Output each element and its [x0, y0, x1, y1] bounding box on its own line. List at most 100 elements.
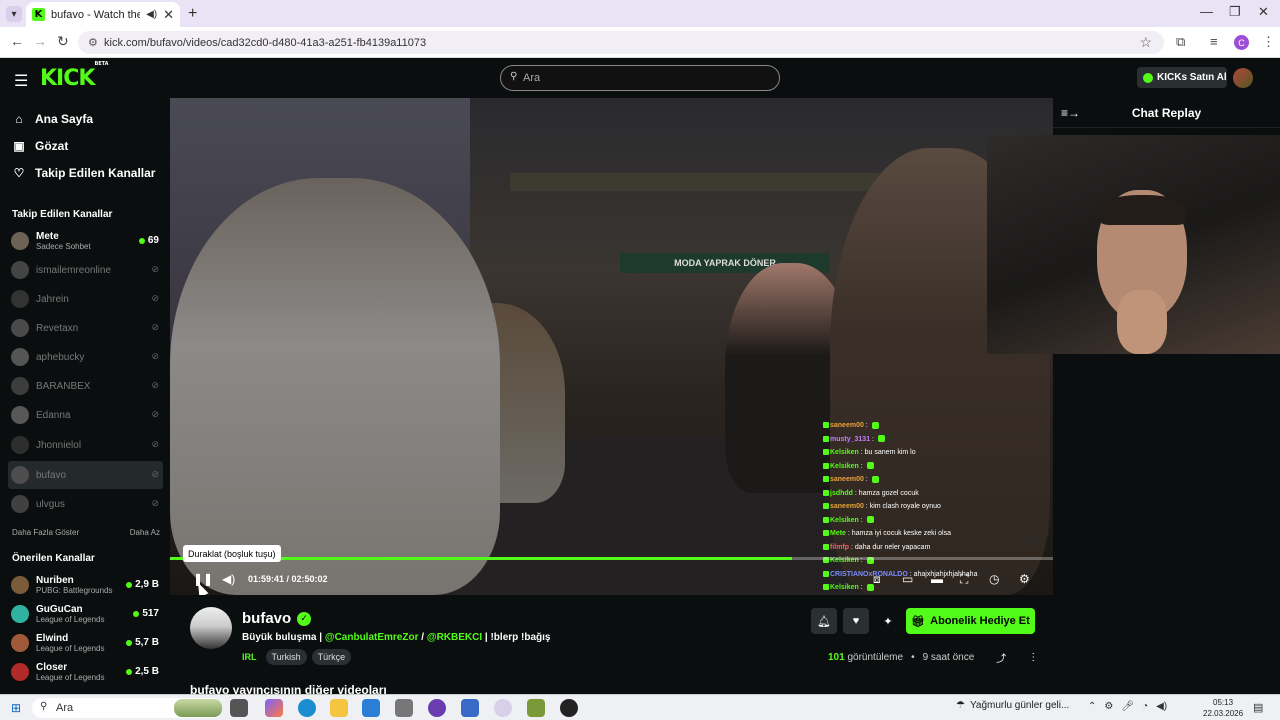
buy-kicks-button[interactable]: KICKs Satın Al [1137, 67, 1227, 88]
audio-icon[interactable]: ◀) [146, 9, 157, 20]
gift-subscription-button[interactable]: 🎁︎ Abonelik Hediye Et [906, 608, 1035, 634]
nav-home[interactable]: ⌂ Ana Sayfa [12, 112, 93, 126]
close-window-icon[interactable]: ✕ [1258, 4, 1269, 20]
menu-icon[interactable]: ☰ [14, 71, 28, 91]
channel-avatar-large[interactable] [190, 607, 232, 649]
media-controls-icon[interactable]: ≡ [1210, 34, 1218, 49]
clock-date: 22.03.2026 [1203, 709, 1244, 718]
tray-chevron-icon[interactable]: ⌃ [1088, 701, 1096, 712]
back-icon[interactable]: ← [10, 33, 24, 49]
sidebar-channel-elwind[interactable]: Elwind League of Legends 5,7 B [8, 629, 163, 657]
sidebar-channel-ismailemreonline[interactable]: ismailemreonline ⊘ [8, 256, 163, 284]
taskbar-search[interactable]: ⚲ Ara [32, 698, 222, 718]
new-tab-button[interactable]: + [188, 5, 197, 23]
offline-icon: ⊘ [151, 351, 159, 361]
reload-icon[interactable]: ↻ [57, 33, 69, 50]
show-less-link[interactable]: Daha Az [130, 528, 160, 537]
follow-heart-button[interactable]: ♥ [843, 608, 869, 634]
copilot-icon[interactable] [265, 699, 283, 717]
more-options-icon[interactable]: ⋮ [1028, 652, 1038, 663]
sidebar-channel-baranbex[interactable]: BARANBEX ⊘ [8, 372, 163, 400]
tray-mic-icon[interactable]: 🎤︎ [1121, 701, 1134, 712]
playback-speed-icon[interactable]: ◷ [989, 572, 999, 586]
app-icon[interactable] [461, 699, 479, 717]
url-field[interactable]: ⚙ kick.com/bufavo/videos/cad32cd0-d480-4… [78, 31, 1164, 54]
tag-pill[interactable]: Türkçe [311, 649, 352, 665]
sidebar-channel-jhonnielol[interactable]: Jhonnielol ⊘ [8, 431, 163, 459]
sidebar-channel-jahrein[interactable]: Jahrein ⊘ [8, 285, 163, 313]
app-icon[interactable] [395, 699, 413, 717]
sidebar-channel-revetaxn[interactable]: Revetaxn ⊘ [8, 314, 163, 342]
emote-icon [866, 516, 874, 524]
webcam-overlay [987, 135, 1280, 354]
profile-avatar[interactable]: C [1234, 35, 1249, 50]
stream-title-part: Büyük buluşma | [242, 632, 325, 643]
search-input[interactable]: ⚲ Ara [500, 65, 780, 91]
edge-icon[interactable] [298, 699, 316, 717]
sidebar-channel-gugucan[interactable]: GuGuCan League of Legends 517 [8, 600, 163, 628]
miniplayer-icon[interactable]: ⧈ [873, 572, 881, 587]
tab-search-icon[interactable]: ▾ [6, 6, 22, 22]
windows-start-icon[interactable]: ⊞ [11, 701, 21, 715]
channel-avatar [11, 406, 29, 424]
site-info-icon[interactable]: ⚙ [88, 36, 98, 49]
tray-app-icon[interactable]: ⚙ [1104, 701, 1113, 712]
chrome-icon[interactable] [494, 699, 512, 717]
video-chat-line: Kelsiken : [823, 460, 1053, 474]
restore-icon[interactable]: ❐ [1229, 4, 1241, 20]
sidebar-channel-aphebucky[interactable]: aphebucky ⊘ [8, 343, 163, 371]
live-dot-icon [126, 668, 133, 675]
show-more-link[interactable]: Daha Fazla Göster [12, 528, 79, 537]
channel-avatar [11, 605, 29, 623]
channel-name[interactable]: bufavo [242, 610, 291, 627]
system-tray: ⌃ ⚙ 🎤︎ ◔ ◀) [1088, 701, 1167, 712]
sidebar-channel-ulvgus[interactable]: ulvgus ⊘ [8, 490, 163, 518]
notification-center-icon[interactable]: ▤ [1253, 701, 1263, 714]
weather-widget[interactable]: ☂ Yağmurlu günler geli... [956, 700, 1069, 711]
viewer-count: 69 [138, 235, 159, 246]
extensions-icon[interactable]: ⧉ [1176, 34, 1185, 50]
taskbar-clock[interactable]: 05:13 22.03.2026 [1203, 697, 1243, 719]
task-view-icon[interactable] [230, 699, 248, 717]
sparkle-button[interactable]: ✦ [875, 608, 901, 634]
chat-separator: : [858, 462, 865, 470]
tag-pill[interactable]: Turkish [265, 649, 307, 665]
browser-menu-icon[interactable]: ⋮ [1262, 34, 1275, 50]
app-icon[interactable] [560, 699, 578, 717]
clip-icon[interactable]: ▭ [902, 572, 913, 586]
volume-icon[interactable]: ◀) [222, 572, 235, 586]
chat-title: Chat Replay [1131, 106, 1202, 120]
app-icon[interactable] [527, 699, 545, 717]
tray-volume-icon[interactable]: ◀) [1156, 701, 1167, 712]
tab-close-icon[interactable]: ✕ [163, 7, 174, 23]
file-explorer-icon[interactable] [330, 699, 348, 717]
sidebar-channel-nuriben[interactable]: Nuriben PUBG: Battlegrounds 2,9 B [8, 571, 163, 599]
category-link[interactable]: IRL [242, 652, 257, 662]
share-icon[interactable]: ⤴ [996, 650, 1006, 665]
nav-following[interactable]: ♡ Takip Edilen Kanallar [12, 166, 156, 180]
mention-link[interactable]: @CanbulatEmreZor [325, 632, 419, 643]
nav-following-label: Takip Edilen Kanallar [35, 166, 156, 180]
bookmark-star-icon[interactable]: ☆ [1139, 34, 1152, 51]
mention-link[interactable]: @RKBEKCI [427, 632, 482, 643]
tray-wifi-icon[interactable]: ◔ [1142, 701, 1148, 712]
app-icon[interactable] [428, 699, 446, 717]
browser-tab[interactable]: K bufavo - Watch the VOD on ◀) ✕ [26, 2, 180, 27]
nav-browse[interactable]: ▣ Gözat [12, 139, 68, 153]
channel-avatar [11, 290, 29, 308]
kick-logo[interactable]: KICKBETA [40, 61, 109, 91]
fullscreen-icon[interactable]: ⛶ [960, 572, 968, 587]
forward-icon[interactable]: → [33, 33, 47, 49]
sidebar-channel-edanna[interactable]: Edanna ⊘ [8, 401, 163, 429]
notification-bell-button[interactable]: 🔔︎ [811, 608, 837, 634]
minimize-icon[interactable]: — [1200, 4, 1213, 19]
sidebar-channel-bufavo[interactable]: bufavo ⊘ [8, 461, 163, 489]
user-avatar[interactable] [1233, 68, 1253, 88]
sidebar-channel-mete[interactable]: Mete Sadece Sohbet 69 [8, 227, 163, 255]
video-progress-bar[interactable] [170, 557, 1053, 560]
webcam-hand [1117, 290, 1167, 354]
settings-gear-icon[interactable]: ⚙ [1019, 572, 1030, 586]
theater-mode-icon[interactable]: ▬ [931, 572, 943, 586]
outlook-icon[interactable] [362, 699, 380, 717]
sidebar-channel-closer[interactable]: Closer League of Legends 2,5 B [8, 658, 163, 686]
